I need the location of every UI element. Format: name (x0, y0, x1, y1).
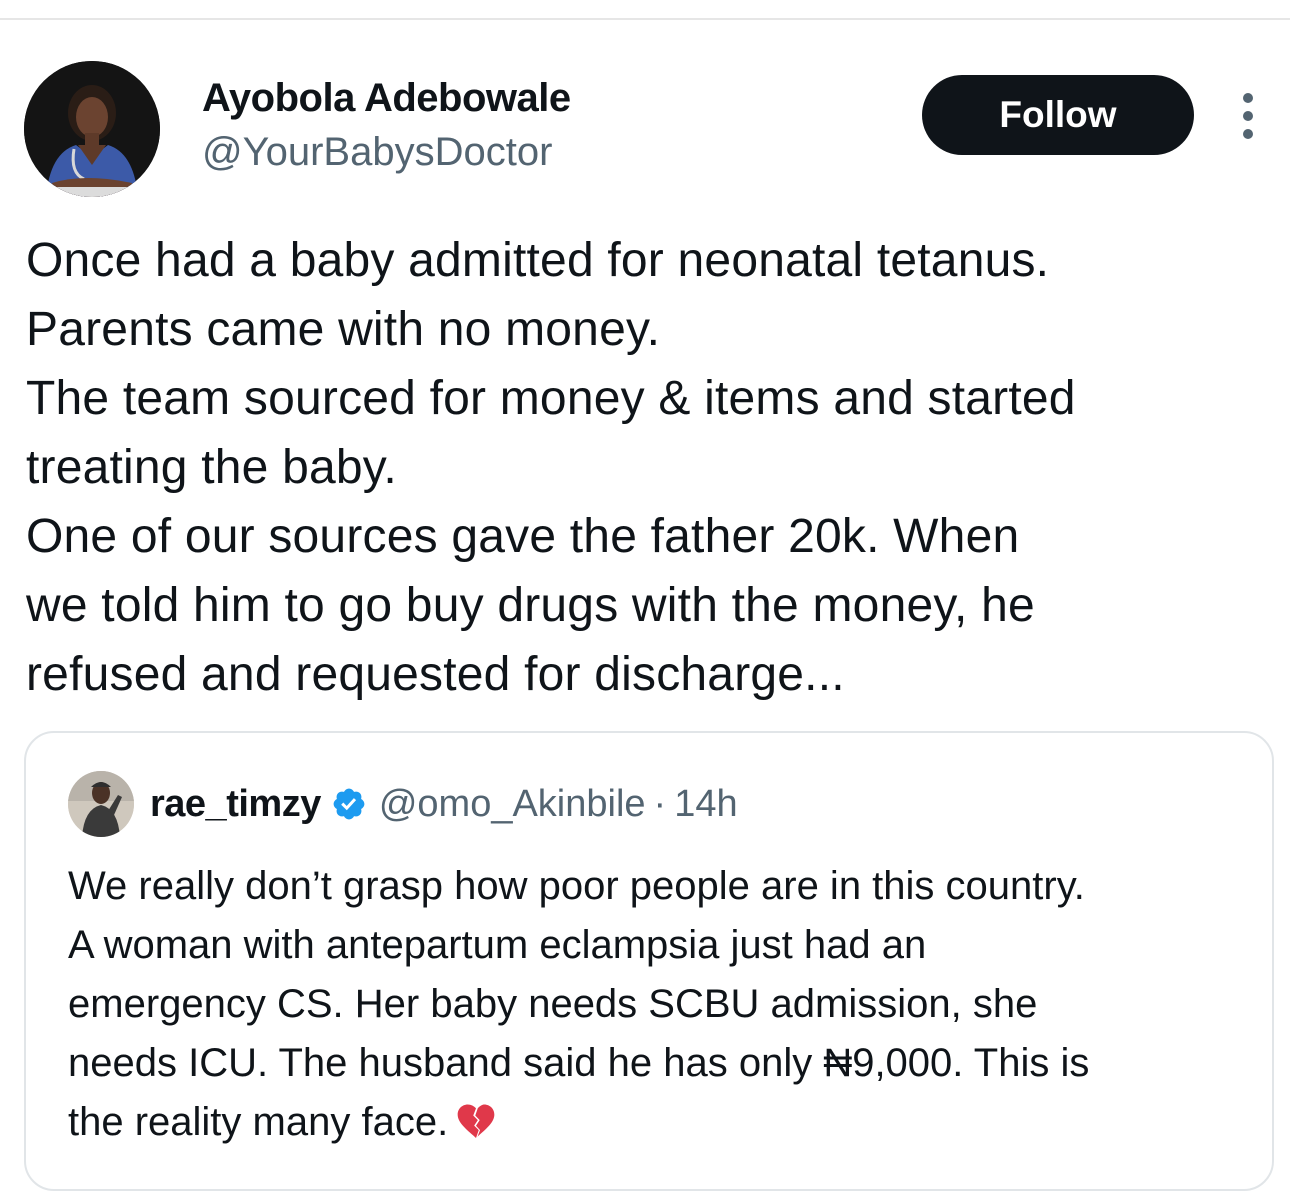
quoted-text-line: emergency CS. Her baby needs SCBU admiss… (68, 982, 1038, 1026)
tweet-text-line: we told him to go buy drugs with the mon… (26, 579, 1035, 632)
quoted-text-line: We really don’t grasp how poor people ar… (68, 864, 1085, 908)
author-name[interactable]: Ayobola Adebowale (202, 74, 571, 122)
quoted-separator: · (653, 782, 667, 825)
tweet-text-line: The team sourced for money & items and s… (26, 372, 1076, 425)
follow-button[interactable]: Follow (922, 75, 1194, 155)
quoted-text-line-last: the reality many face. (68, 1093, 1258, 1152)
quoted-timestamp[interactable]: 14h (674, 783, 737, 826)
tweet-text: Once had a baby admitted for neonatal te… (26, 226, 1266, 709)
author-handle[interactable]: @YourBabysDoctor (202, 128, 552, 176)
quoted-tweet-text: We really don’t grasp how poor people ar… (68, 857, 1258, 1152)
quoted-author-handle[interactable]: @omo_Akinbile (379, 783, 646, 826)
quoted-author-name[interactable]: rae_timzy (150, 783, 321, 826)
tweet-text-line: One of our sources gave the father 20k. … (26, 510, 1020, 563)
quoted-tweet-card[interactable]: rae_timzy @omo_Akinbile · 14h We really … (24, 731, 1274, 1191)
more-vertical-icon[interactable] (1238, 93, 1258, 139)
tweet-text-line: Parents came with no money. (26, 303, 661, 356)
quoted-author-avatar[interactable] (68, 771, 134, 837)
verified-badge-icon (331, 786, 367, 822)
tweet-text-line: treating the baby. (26, 441, 397, 494)
top-divider (0, 18, 1290, 20)
quoted-tweet-header: rae_timzy @omo_Akinbile · 14h (150, 779, 738, 829)
broken-heart-icon (454, 1099, 498, 1143)
quoted-text-line: A woman with antepartum eclampsia just h… (68, 923, 927, 967)
author-avatar[interactable] (24, 61, 160, 197)
tweet-text-line: refused and requested for discharge... (26, 648, 845, 701)
quoted-text-line: the reality many face. (68, 1100, 449, 1144)
quoted-text-line: needs ICU. The husband said he has only … (68, 1041, 1090, 1085)
tweet-text-line: Once had a baby admitted for neonatal te… (26, 234, 1050, 287)
